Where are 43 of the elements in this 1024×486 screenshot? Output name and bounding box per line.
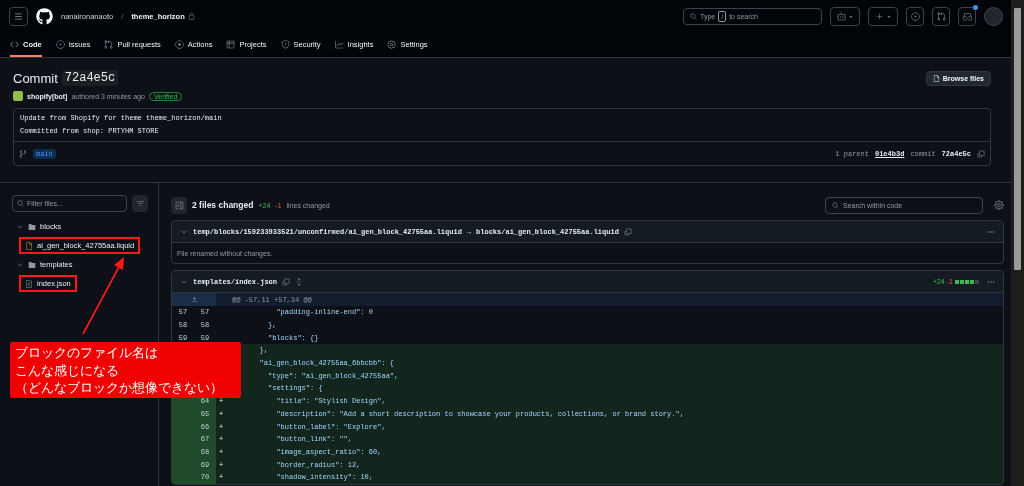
commit-title: Commit (13, 70, 58, 86)
issue-icon (910, 12, 920, 21)
pull-request-icon (104, 39, 114, 49)
commit-sha: 72a4e5c (61, 70, 119, 86)
plus-icon (874, 12, 884, 21)
pull-requests-button[interactable] (932, 7, 950, 26)
caret-icon (885, 13, 892, 20)
graph-icon (334, 39, 344, 49)
inbox-icon (962, 12, 972, 21)
breadcrumb-separator: / (121, 12, 124, 21)
pull-request-icon (936, 12, 946, 21)
github-logo-icon[interactable] (36, 8, 53, 25)
issues-button[interactable] (906, 7, 924, 26)
sidebar-toggle-button[interactable] (171, 196, 187, 214)
avatar[interactable] (984, 7, 1003, 26)
search-icon (690, 13, 697, 20)
shield-icon (280, 39, 290, 49)
play-icon (174, 39, 184, 49)
caret-icon (847, 13, 854, 20)
file-icon (932, 74, 940, 82)
code-icon (10, 39, 19, 49)
expand-icon (190, 296, 198, 303)
scrollbar[interactable] (1011, 0, 1024, 486)
menu-icon (14, 12, 23, 21)
issue-icon (55, 39, 65, 49)
settings-icon (387, 39, 397, 49)
callout-text: ブロックのファイル名は こんな感じになる （どんなブロックか想像できない） (15, 344, 223, 397)
menu-button[interactable] (9, 7, 28, 26)
copy-icon[interactable] (977, 149, 985, 158)
diffstat-drawing (955, 279, 979, 284)
files-changed-summary: 2 files changed (192, 200, 254, 210)
filter-settings-button[interactable] (132, 195, 148, 212)
branch-icon (19, 149, 27, 158)
inbox-button[interactable] (958, 7, 976, 26)
copy-icon[interactable] (282, 277, 290, 286)
filter-icon (135, 199, 145, 208)
copy-icon[interactable] (623, 227, 632, 236)
search-icon (17, 200, 24, 207)
search-icon (832, 201, 839, 209)
bot-avatar (13, 91, 23, 101)
settings-icon[interactable] (994, 200, 1004, 210)
create-button[interactable] (868, 7, 898, 26)
copilot-button[interactable] (830, 7, 860, 26)
